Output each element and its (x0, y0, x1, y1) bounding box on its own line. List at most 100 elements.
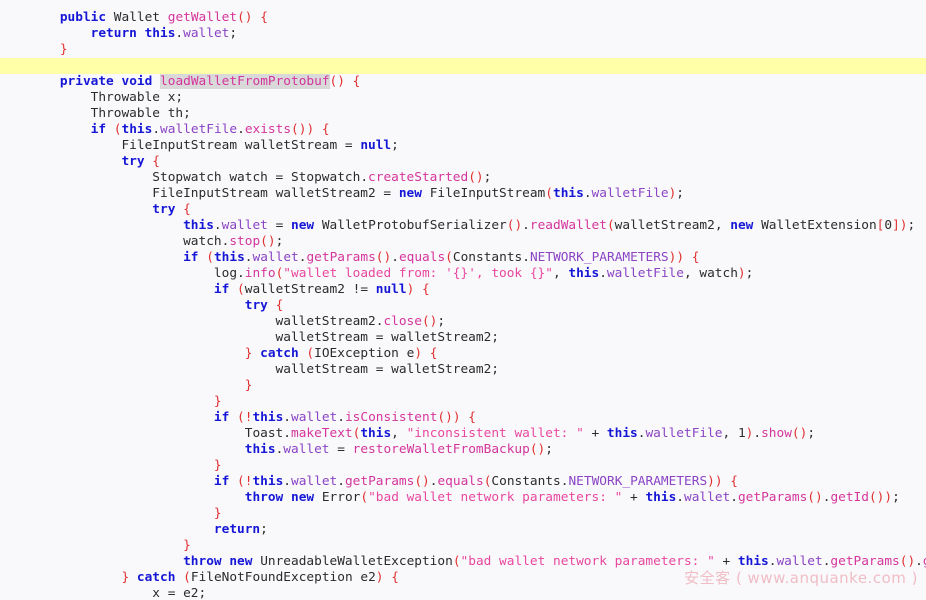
code-line[interactable] (0, 58, 926, 74)
code-token: walletStream2 = (267, 186, 399, 201)
code-token: () (414, 474, 430, 489)
code-token: { (352, 74, 361, 89)
code-line[interactable]: Stopwatch watch = Stopwatch.createStarte… (0, 170, 926, 186)
code-token: ; (892, 490, 900, 505)
code-line[interactable]: walletStream = walletStream2; (0, 362, 926, 378)
code-line[interactable]: } (0, 42, 926, 58)
code-line[interactable]: } (0, 378, 926, 394)
code-token: , (391, 426, 407, 441)
code-token: ; (745, 266, 754, 281)
code-token: } (213, 394, 222, 409)
code-line[interactable]: return; (0, 522, 926, 538)
code-token: ; (807, 426, 816, 441)
code-token: () (506, 218, 523, 233)
code-line[interactable]: watch.stop(); (0, 234, 926, 250)
code-line[interactable]: } catch (IOException e) { (0, 346, 926, 362)
code-token: . (360, 170, 369, 185)
code-line[interactable]: } (0, 538, 926, 554)
code-line[interactable]: if (!this.wallet.getParams().equals(Cons… (0, 474, 926, 490)
code-token: ]) (892, 218, 908, 233)
code-token: () (237, 10, 253, 25)
code-token: { (730, 474, 739, 489)
code-line[interactable]: if (this.wallet.getParams().equals(Const… (0, 250, 926, 266)
code-token: catch (136, 570, 176, 585)
code-token: this (183, 218, 214, 233)
code-token: ( (113, 122, 122, 137)
code-line[interactable]: public Wallet getWallet() { (0, 10, 926, 26)
code-token: { (321, 122, 330, 137)
code-token: e2 (352, 570, 376, 585)
code-line[interactable]: this.wallet = new WalletProtobufSerializ… (0, 218, 926, 234)
code-token: if (183, 250, 199, 265)
code-token: x = e2; (152, 586, 207, 600)
code-line[interactable]: if (!this.wallet.isConsistent()) { (0, 410, 926, 426)
code-token: { (468, 410, 476, 425)
code-token: Error (321, 490, 361, 505)
code-token: "bad wallet network parameters: " (460, 554, 715, 569)
code-token: . (283, 426, 291, 441)
code-token: wallet (183, 26, 230, 41)
code-token: () (421, 314, 438, 329)
code-token: ( (545, 186, 553, 201)
code-line[interactable]: Toast.makeText(this, "inconsistent walle… (0, 426, 926, 442)
code-line[interactable]: log.info("wallet loaded from: '{}', took… (0, 266, 926, 282)
code-token: . (244, 250, 253, 265)
code-line[interactable]: } (0, 458, 926, 474)
code-line[interactable]: throw new Error("bad wallet network para… (0, 490, 926, 506)
code-token: . (213, 218, 222, 233)
code-token: ; (275, 234, 284, 249)
code-content[interactable]: public Wallet getWallet() { return this.… (0, 10, 926, 600)
code-token: )) (707, 474, 723, 489)
code-line[interactable]: if (this.walletFile.exists()) { (0, 122, 926, 138)
code-token: Constants (452, 250, 523, 265)
code-line[interactable]: Throwable th; (0, 106, 926, 122)
code-line[interactable]: try { (0, 154, 926, 170)
code-token: (! (237, 410, 253, 425)
code-editor[interactable]: public Wallet getWallet() { return this.… (0, 0, 926, 600)
code-token: equals (437, 474, 484, 489)
code-line[interactable]: } (0, 394, 926, 410)
code-token: wallet (291, 474, 338, 489)
code-line[interactable]: walletStream = walletStream2; (0, 330, 926, 346)
code-line[interactable]: return this.wallet; (0, 26, 926, 42)
code-line[interactable]: if (walletStream2 != null) { (0, 282, 926, 298)
code-token: try (121, 154, 145, 169)
code-line[interactable]: x = e2; (0, 586, 926, 600)
code-token: . (583, 186, 592, 201)
code-line[interactable]: Throwable x; (0, 90, 926, 106)
code-line[interactable]: try { (0, 298, 926, 314)
code-token: ) (375, 570, 384, 585)
code-line[interactable]: private void loadWalletFromProtobuf() { (0, 74, 926, 90)
code-token: this (552, 186, 584, 201)
code-line[interactable]: this.wallet = restoreWalletFromBackup(); (0, 442, 926, 458)
code-line[interactable]: throw new UnreadableWalletException("bad… (0, 554, 926, 570)
code-line[interactable]: FileInputStream walletStream = null; (0, 138, 926, 154)
code-token: wallet (776, 554, 823, 569)
code-token: Constants (491, 474, 561, 489)
code-line[interactable]: FileInputStream walletStream2 = new File… (0, 186, 926, 202)
code-line[interactable]: } (0, 506, 926, 522)
code-token: ; (229, 26, 238, 41)
code-token: loadWalletFromProtobuf (160, 74, 330, 89)
code-line[interactable]: } catch (FileNotFoundException e2) { (0, 570, 926, 586)
code-line[interactable]: walletStream2.close(); (0, 314, 926, 330)
code-token: { (429, 346, 438, 361)
code-token: if (213, 474, 230, 489)
code-line[interactable]: try { (0, 202, 926, 218)
